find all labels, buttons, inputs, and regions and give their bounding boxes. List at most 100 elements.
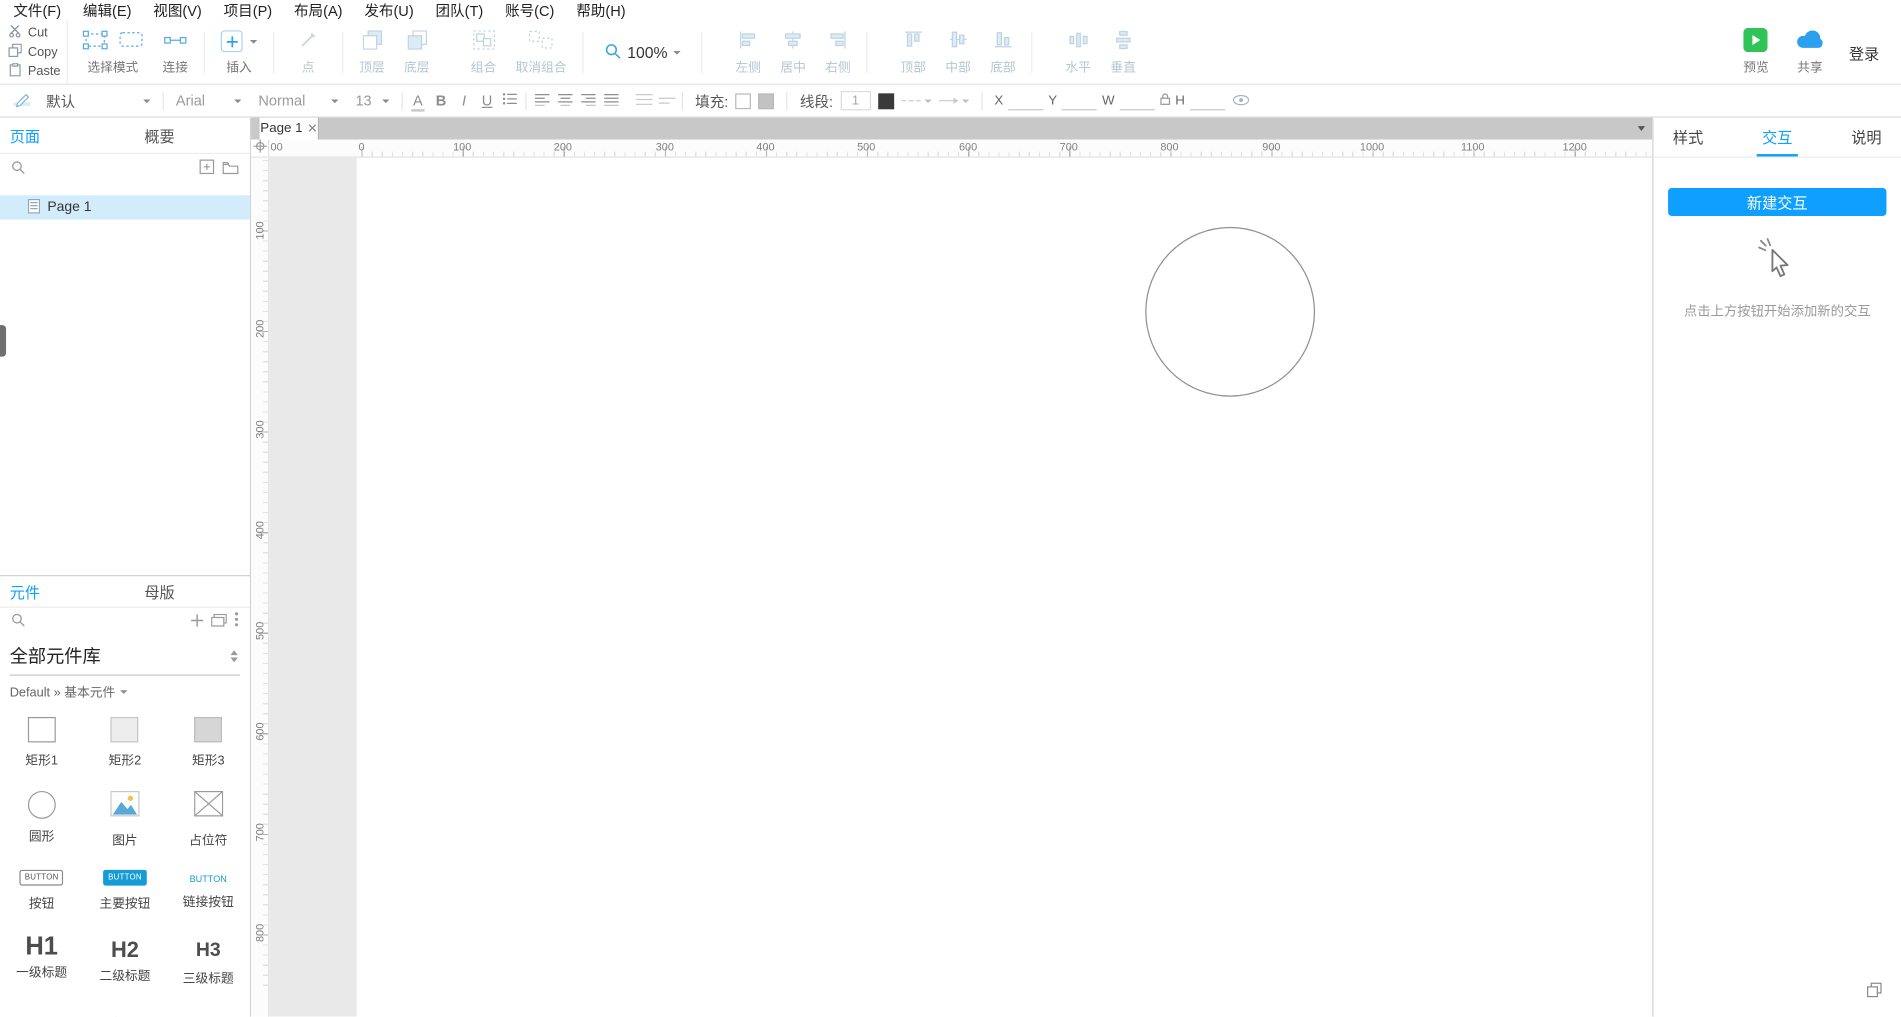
tab-list-caret-icon[interactable]: [1637, 126, 1646, 132]
widget-h1[interactable]: H1 一级标题: [0, 930, 83, 1004]
zoom-control[interactable]: 100%: [590, 21, 696, 84]
widget-h3[interactable]: H3 三级标题: [167, 930, 250, 1004]
line-style-dropdown[interactable]: [900, 98, 932, 103]
w-input[interactable]: [1119, 91, 1155, 110]
widget-rect3[interactable]: 矩形3: [167, 708, 250, 782]
y-input[interactable]: [1061, 91, 1098, 110]
bold-button[interactable]: B: [429, 92, 452, 109]
underline-button[interactable]: U: [476, 92, 499, 109]
text-align-right-button[interactable]: [576, 92, 599, 109]
italic-button[interactable]: I: [453, 92, 476, 109]
share-button[interactable]: 共享: [1786, 28, 1835, 77]
canvas-tab-page1[interactable]: Page 1: [259, 117, 320, 140]
fill-shadow-swatch[interactable]: [758, 92, 775, 109]
ungroup-tool[interactable]: 取消组合: [506, 21, 576, 84]
menu-project[interactable]: 项目(P): [213, 0, 283, 21]
style-preset-select[interactable]: 默认: [38, 90, 159, 111]
visibility-eye-icon[interactable]: [1232, 92, 1249, 109]
sidebar-collapse-handle[interactable]: [0, 325, 7, 357]
cut-button[interactable]: Cut: [8, 24, 66, 42]
widget-image[interactable]: 图片: [83, 782, 166, 856]
style-brush-icon[interactable]: [7, 90, 37, 112]
text-align-left-button[interactable]: [530, 92, 553, 109]
align-bottom-tool[interactable]: 底部: [981, 21, 1026, 84]
font-family-select[interactable]: Arial: [167, 92, 249, 109]
menu-publish[interactable]: 发布(U): [353, 0, 424, 21]
widget-text-label-partial[interactable]: A: [83, 1004, 166, 1017]
new-interaction-button[interactable]: 新建交互: [1668, 188, 1887, 216]
align-middle-tool[interactable]: 中部: [936, 21, 981, 84]
preview-button[interactable]: 预览: [1734, 27, 1779, 77]
library-stack-icon[interactable]: [211, 611, 227, 633]
ruler-origin-button[interactable]: [251, 139, 270, 158]
select-mode-tool[interactable]: 选择模式: [68, 21, 153, 84]
h-input[interactable]: [1189, 91, 1225, 110]
send-to-back-tool[interactable]: 底层: [394, 21, 439, 84]
paste-button[interactable]: Paste: [8, 62, 66, 80]
design-canvas[interactable]: [269, 157, 1653, 1017]
lock-ratio-icon[interactable]: [1159, 92, 1170, 109]
tab-interaction[interactable]: 交互: [1757, 118, 1798, 157]
tab-pages[interactable]: 页面: [0, 124, 40, 147]
widgets-search-input[interactable]: [32, 615, 184, 630]
copy-button[interactable]: Copy: [8, 43, 66, 61]
library-selector[interactable]: 全部元件库: [9, 643, 241, 676]
menu-help[interactable]: 帮助(H): [565, 0, 636, 21]
page-list-item[interactable]: Page 1: [0, 195, 250, 220]
menu-view[interactable]: 视图(V): [142, 0, 212, 21]
tab-widgets[interactable]: 元件: [0, 580, 40, 603]
x-input[interactable]: [1008, 91, 1044, 110]
add-page-icon[interactable]: [199, 159, 215, 181]
library-breadcrumb[interactable]: Default » 基本元件: [0, 676, 250, 704]
tab-masters[interactable]: 母版: [144, 580, 174, 603]
line-color-swatch[interactable]: [877, 92, 894, 109]
text-align-justify-button[interactable]: [599, 92, 622, 109]
tab-style[interactable]: 样式: [1668, 118, 1708, 157]
tab-outline[interactable]: 概要: [144, 124, 174, 147]
align-center-tool[interactable]: 居中: [771, 21, 816, 84]
ellipse-shape[interactable]: [1145, 226, 1316, 397]
menu-account[interactable]: 账号(C): [494, 0, 565, 21]
distribute-vertical-tool[interactable]: 垂直: [1101, 21, 1146, 84]
group-tool[interactable]: 组合: [461, 21, 506, 84]
widget-circle[interactable]: 圆形: [0, 782, 83, 856]
fill-color-swatch[interactable]: [735, 92, 752, 109]
widget-rect1[interactable]: 矩形1: [0, 708, 83, 782]
menu-edit[interactable]: 编辑(E): [72, 0, 142, 21]
widget-h2[interactable]: H2 二级标题: [83, 930, 166, 1004]
font-size-select[interactable]: 13: [347, 92, 398, 109]
arrow-style-dropdown[interactable]: [938, 97, 969, 104]
widget-rect2[interactable]: 矩形2: [83, 708, 166, 782]
bring-to-front-tool[interactable]: 顶层: [349, 21, 394, 84]
menu-arrange[interactable]: 布局(A): [283, 0, 353, 21]
distribute-horizontal-tool[interactable]: 水平: [1056, 21, 1101, 84]
kebab-menu-icon[interactable]: [234, 611, 239, 633]
line-width-input[interactable]: 1: [840, 90, 871, 111]
align-left-tool[interactable]: 左侧: [726, 21, 771, 84]
point-tool[interactable]: 点: [280, 21, 336, 84]
pages-search-input[interactable]: [32, 162, 192, 178]
tab-notes[interactable]: 说明: [1846, 118, 1886, 157]
connect-tool[interactable]: 连接: [153, 21, 198, 84]
line-spacing-button[interactable]: [632, 92, 655, 109]
widget-button[interactable]: BUTTON 按钮: [0, 856, 83, 930]
bullet-list-button[interactable]: [499, 92, 522, 109]
folder-icon[interactable]: [222, 159, 239, 181]
login-link[interactable]: 登录: [1842, 41, 1887, 64]
menu-file[interactable]: 文件(F): [2, 0, 72, 21]
close-icon[interactable]: [309, 121, 317, 136]
text-align-center-button[interactable]: [553, 92, 576, 109]
insert-tool[interactable]: 插入: [211, 21, 267, 84]
collapse-panel-button[interactable]: [1863, 982, 1885, 1002]
widget-primary-button[interactable]: BUTTON 主要按钮: [83, 856, 166, 930]
more-text-options-button[interactable]: [655, 92, 678, 109]
vertical-ruler[interactable]: 100 200 300 400 500 600 700 800: [251, 157, 270, 1017]
align-right-tool[interactable]: 右侧: [816, 21, 861, 84]
font-weight-select[interactable]: Normal: [250, 92, 347, 109]
widget-link-button[interactable]: BUTTON 链接按钮: [167, 856, 250, 930]
align-top-tool[interactable]: 顶部: [891, 21, 936, 84]
add-library-icon[interactable]: [190, 611, 204, 633]
widget-placeholder[interactable]: 占位符: [167, 782, 250, 856]
menu-team[interactable]: 团队(T): [425, 0, 495, 21]
font-color-button[interactable]: A: [406, 92, 429, 112]
